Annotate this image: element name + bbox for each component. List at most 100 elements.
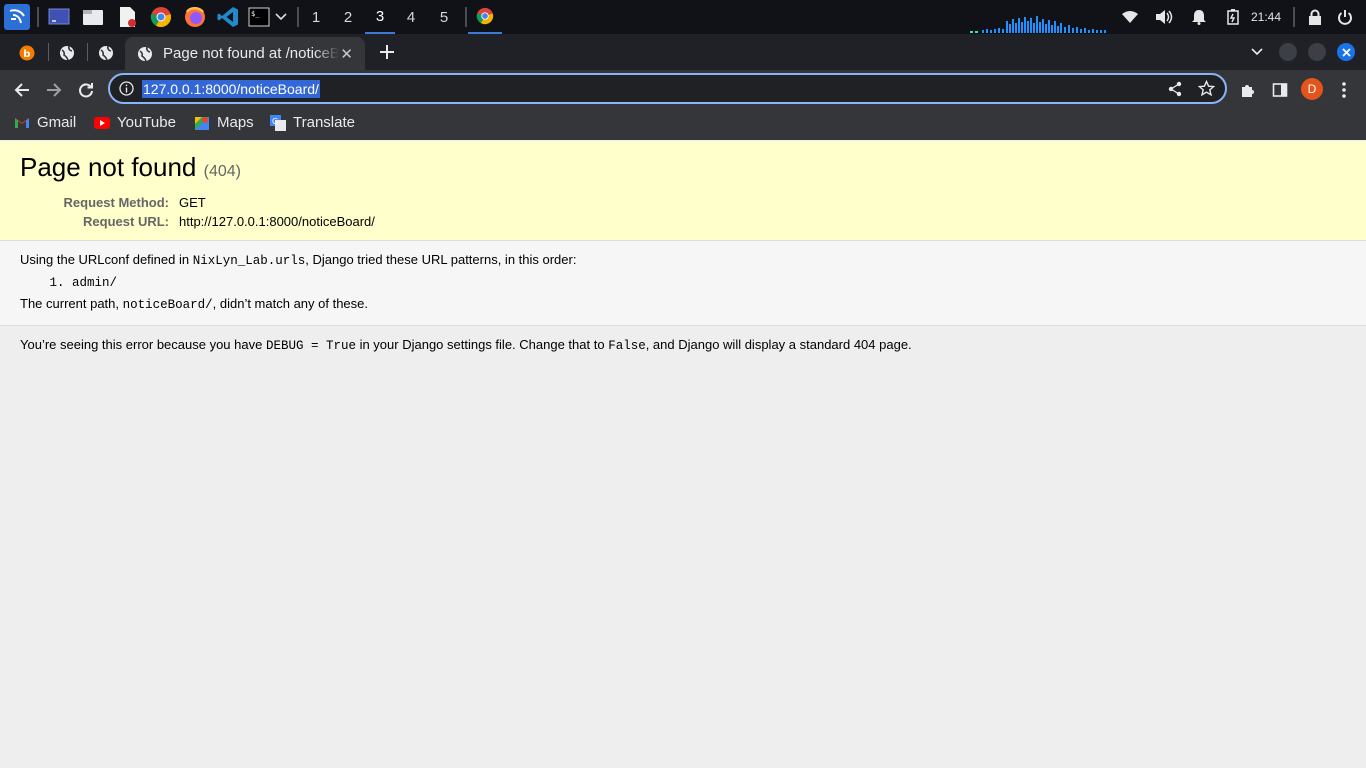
volume-icon[interactable] — [1152, 5, 1176, 29]
debug-setting: DEBUG = True — [265, 339, 356, 353]
request-method-value: GET — [179, 195, 206, 210]
bookmark-youtube[interactable]: YouTube — [94, 114, 176, 131]
menu-button[interactable] — [1331, 77, 1357, 103]
info-prefix: Using the URLconf defined in — [20, 252, 193, 267]
terminal-icon[interactable]: $_ — [247, 5, 271, 29]
kali-menu-icon[interactable] — [4, 4, 30, 30]
extensions-button[interactable] — [1235, 77, 1261, 103]
svg-text:G: G — [272, 117, 278, 126]
close-icon — [1341, 47, 1351, 57]
tab-title: Page not found at /noticeBoard/ — [163, 45, 339, 62]
urlconf-name: NixLyn_Lab.urls — [192, 254, 306, 268]
info-suffix: , Django tried these URL patterns, in th… — [305, 252, 577, 267]
taskbar-separator — [297, 7, 299, 27]
bookmark-translate[interactable]: G Translate — [270, 114, 355, 131]
lock-icon[interactable] — [1303, 5, 1327, 29]
new-tab-button[interactable] — [376, 41, 398, 63]
pinned-tab-globe-1[interactable] — [48, 37, 86, 69]
taskbar-separator — [465, 7, 467, 27]
maximize-button[interactable] — [1308, 43, 1326, 61]
wifi-icon[interactable] — [1118, 5, 1142, 29]
battery-icon[interactable] — [1221, 5, 1245, 29]
firefox-icon[interactable] — [183, 5, 207, 29]
request-method-label: Request Method: — [63, 195, 169, 210]
address-bar[interactable]: 127.0.0.1:8000/noticeBoard/ — [108, 73, 1227, 104]
translate-icon: G — [270, 114, 286, 131]
bookmark-gmail[interactable]: Gmail — [14, 114, 76, 131]
reload-button[interactable] — [73, 77, 99, 103]
active-tab[interactable]: Page not found at /noticeBoard/ ✕ — [125, 37, 365, 70]
maps-icon — [194, 115, 210, 131]
urlconf-description: Using the URLconf defined in NixLyn_Lab.… — [20, 252, 1346, 268]
clock[interactable]: 21:44 — [1251, 10, 1281, 24]
arrow-left-icon — [14, 83, 29, 97]
forward-button[interactable] — [41, 77, 67, 103]
bookmark-label: YouTube — [117, 114, 176, 131]
text-editor-icon[interactable] — [115, 5, 139, 29]
globe-icon — [99, 45, 113, 61]
taskbar-separator — [1293, 7, 1295, 27]
chrome-icon[interactable] — [149, 5, 173, 29]
bookmark-label: Gmail — [37, 114, 77, 131]
status-code: (404) — [203, 163, 241, 180]
explanation-part-3: , and Django will display a standard 404… — [645, 337, 912, 352]
workspace-4[interactable]: 4 — [396, 0, 426, 34]
chevron-down-icon[interactable] — [272, 5, 290, 29]
pinned-tab-brave[interactable]: b — [8, 37, 46, 69]
bookmark-label: Maps — [217, 114, 254, 131]
request-url-value: http://127.0.0.1:8000/noticeBoard/ — [179, 214, 375, 229]
chevron-down-icon — [1251, 48, 1263, 56]
desktop-icon[interactable] — [47, 5, 71, 29]
error-summary: Page not found (404) Request Method: GET… — [0, 141, 1366, 241]
gmail-icon — [14, 115, 30, 131]
svg-text:b: b — [23, 49, 30, 60]
request-method-row: Request Method: GET — [20, 193, 1346, 212]
back-button[interactable] — [9, 77, 35, 103]
puzzle-icon — [1242, 85, 1254, 97]
chrome-icon — [476, 7, 494, 25]
taskbar-separator — [37, 7, 39, 27]
bookmark-maps[interactable]: Maps — [194, 114, 254, 131]
url-pattern-list: admin/ — [72, 276, 1346, 290]
profile-avatar[interactable]: D — [1301, 78, 1323, 100]
more-vert-icon — [1342, 82, 1346, 98]
minimize-button[interactable] — [1279, 43, 1297, 61]
side-panel-button[interactable] — [1267, 77, 1293, 103]
url-pattern: admin/ — [72, 276, 1346, 290]
debug-explanation: You’re seeing this error because you hav… — [0, 326, 1366, 364]
bookmark-star-icon[interactable] — [1198, 80, 1215, 97]
file-manager-icon[interactable] — [81, 5, 105, 29]
chrome-window-button[interactable] — [468, 0, 502, 34]
tab-close-icon[interactable]: ✕ — [340, 45, 353, 63]
youtube-icon — [94, 115, 110, 131]
browser-toolbar: 127.0.0.1:8000/noticeBoard/ D — [0, 70, 1366, 108]
workspace-3[interactable]: 3 — [365, 0, 395, 34]
pinned-tab-globe-2[interactable] — [87, 37, 125, 69]
window-close-button[interactable] — [1337, 43, 1355, 61]
reload-icon — [79, 83, 93, 98]
power-icon[interactable] — [1333, 5, 1357, 29]
share-icon[interactable] — [1167, 81, 1183, 97]
vscode-icon[interactable] — [216, 5, 240, 29]
url-text[interactable]: 127.0.0.1:8000/noticeBoard/ — [142, 80, 320, 98]
page-content: Page not found (404) Request Method: GET… — [0, 141, 1366, 768]
bookmarks-bar: Gmail YouTube Maps G Translate — [0, 108, 1366, 140]
bookmark-label: Translate — [293, 114, 355, 131]
explanation-text: You’re seeing this error because you hav… — [20, 337, 1346, 353]
workspace-2[interactable]: 2 — [333, 0, 363, 34]
page-title-text: Page not found — [20, 152, 197, 182]
notification-bell-icon[interactable] — [1187, 5, 1211, 29]
brave-favicon-icon: b — [19, 45, 35, 61]
globe-icon — [138, 46, 152, 61]
site-info-icon[interactable] — [119, 81, 134, 96]
request-url-row: Request URL: http://127.0.0.1:8000/notic… — [20, 212, 1346, 231]
false-value: False — [608, 339, 646, 353]
workspace-1[interactable]: 1 — [301, 0, 331, 34]
network-monitor-graph — [968, 12, 1110, 34]
workspace-5[interactable]: 5 — [429, 0, 459, 34]
current-path-suffix: , didn’t match any of these. — [212, 296, 369, 311]
urlconf-info: Using the URLconf defined in NixLyn_Lab.… — [0, 241, 1366, 326]
tab-search-button[interactable] — [1249, 44, 1265, 60]
explanation-part-2: in your Django settings file. Change tha… — [355, 337, 609, 352]
side-panel-icon — [1272, 83, 1288, 97]
